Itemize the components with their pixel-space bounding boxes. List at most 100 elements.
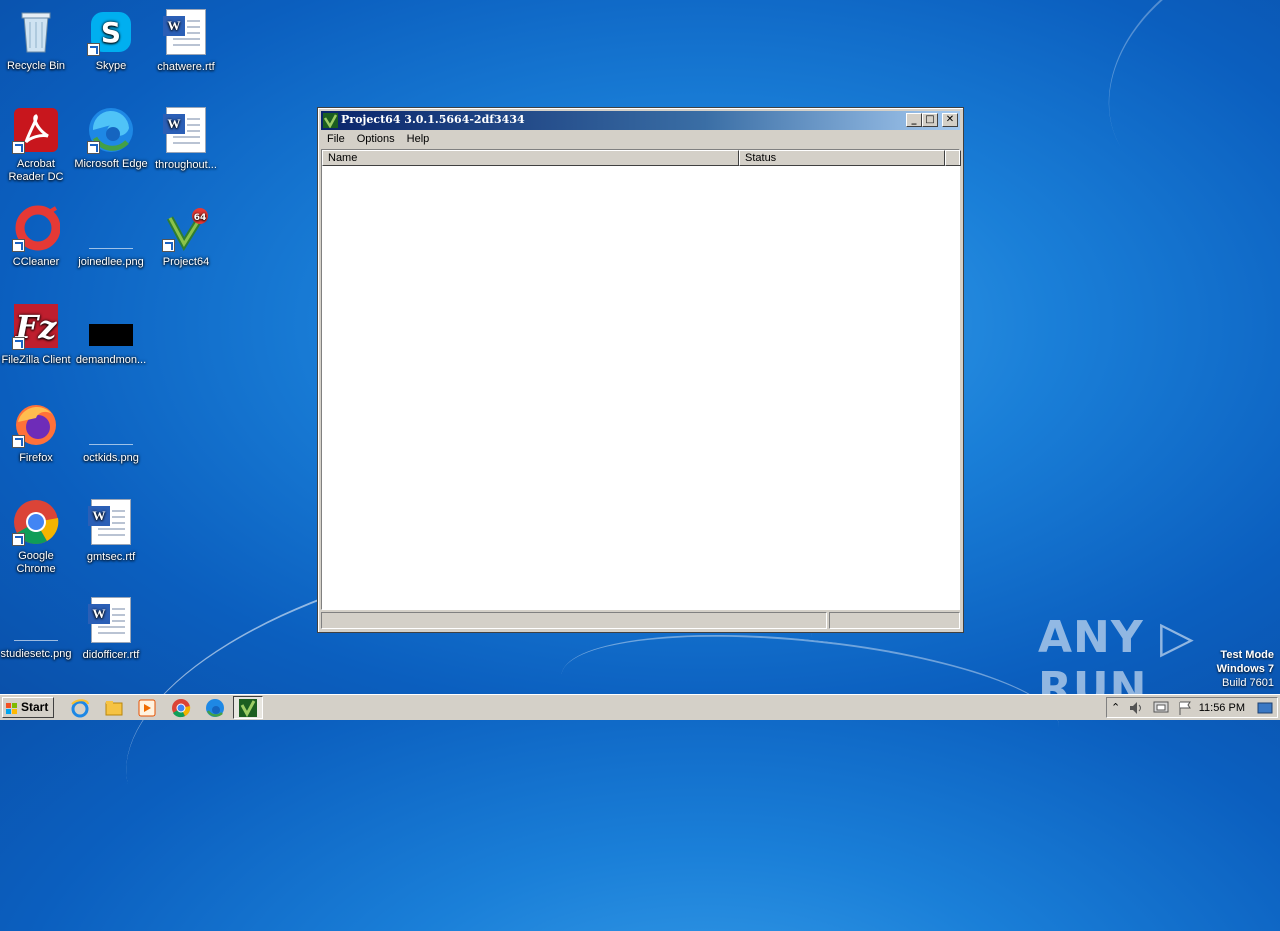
show-desktop-icon[interactable] [1257,701,1273,718]
menu-file[interactable]: File [321,131,351,147]
icon-label: gmtsec.rtf [86,551,136,563]
desktop-icon-chatwere[interactable]: W chatwere.rtf [148,8,224,74]
edge-taskbar-icon[interactable] [205,698,225,718]
shortcut-arrow-icon [87,141,100,154]
acrobat-icon [12,106,60,154]
icon-label: Microsoft Edge [74,158,148,170]
icon-label: CCleaner [12,256,60,268]
status-bar [321,611,960,630]
word-document-icon: W [162,107,210,155]
shortcut-arrow-icon [12,239,25,252]
icon-label: Firefox [19,452,53,464]
window-titlebar[interactable]: Project64 3.0.1.5664-2df3434 _ □ ✕ [321,111,960,130]
desktop-icon-filezilla[interactable]: Fz FileZilla Client [0,302,74,367]
chrome-taskbar-icon[interactable] [171,698,191,718]
shortcut-arrow-icon [12,141,25,154]
status-pane-secondary [829,612,960,629]
action-center-flag-icon[interactable] [1177,701,1193,718]
icon-label: chatwere.rtf [157,61,215,73]
taskbar: Start ⌃ 11:56 PM [0,694,1280,720]
volume-icon[interactable] [1129,701,1145,718]
minimize-button[interactable]: _ [906,113,922,127]
column-header-empty [945,150,961,166]
icon-label: studiesetc.png [0,648,72,660]
close-button[interactable]: ✕ [942,113,958,127]
icon-label: Acrobat Reader DC [8,158,64,183]
desktop-icon-throughout[interactable]: W throughout... [148,106,224,172]
word-document-icon: W [87,499,135,547]
system-tray: ⌃ 11:56 PM [1106,697,1278,718]
desktop-icon-studiesetc[interactable]: studiesetc.png [0,596,74,661]
icon-label: didofficer.rtf [82,649,140,661]
show-hidden-icons-button[interactable]: ⌃ [1111,701,1120,714]
icon-label: octkids.png [83,452,139,464]
start-button[interactable]: Start [2,697,54,718]
icon-label: throughout... [155,159,217,171]
desktop-icon-ccleaner[interactable]: CCleaner [0,204,74,269]
svg-text:64: 64 [194,213,207,223]
maximize-button[interactable]: □ [922,113,938,127]
rom-list[interactable]: Name Status [321,149,961,610]
file-explorer-icon[interactable] [104,698,124,718]
icon-label: Skype [95,60,127,72]
media-player-icon[interactable] [137,698,157,718]
status-pane-main [321,612,827,629]
recycle-bin-icon [12,8,60,56]
firefox-icon [12,400,60,448]
window-title: Project64 3.0.1.5664-2df3434 [341,113,525,126]
desktop-icon-gmtsec[interactable]: W gmtsec.rtf [73,498,149,564]
list-header: Name Status [322,150,961,166]
menu-bar: File Options Help [321,131,960,149]
project64-taskbar-button[interactable] [233,696,263,719]
png-file-icon [87,204,135,252]
icon-label: FileZilla Client [1,354,71,366]
desktop-icon-chrome[interactable]: Google Chrome [0,498,74,576]
shortcut-arrow-icon [12,337,25,350]
shortcut-arrow-icon [12,435,25,448]
desktop-icon-edge[interactable]: Microsoft Edge [73,106,149,171]
test-mode-text: Test Mode Windows 7 Build 7601 [1217,648,1274,690]
project64-icon: 64 [162,204,210,252]
ccleaner-icon [12,204,61,252]
windows-version-line: Windows 7 [1216,663,1274,675]
shortcut-arrow-icon [87,43,100,56]
word-document-icon: W [162,9,210,57]
skype-icon: S [87,8,135,56]
png-file-icon [87,400,135,448]
svg-text:S: S [101,16,121,49]
test-mode-line: Test Mode [1220,649,1274,661]
desktop-icon-joinedlee[interactable]: joinedlee.png [73,204,149,269]
desktop-icon-skype[interactable]: S Skype [73,8,149,73]
desktop-icon-acrobat[interactable]: Acrobat Reader DC [0,106,74,184]
desktop-icon-octkids[interactable]: octkids.png [73,400,149,465]
icon-label: joinedlee.png [78,256,144,268]
image-file-icon [87,302,135,350]
icon-label: Recycle Bin [6,60,66,72]
column-header-name[interactable]: Name [322,150,739,166]
project64-window: Project64 3.0.1.5664-2df3434 _ □ ✕ File O… [317,107,964,633]
windows-flag-icon [6,702,18,714]
build-line: Build 7601 [1222,677,1274,689]
shortcut-arrow-icon [12,533,25,546]
word-document-icon: W [87,597,135,645]
desktop-icon-firefox[interactable]: Firefox [0,400,74,465]
desktop-icon-demandmon[interactable]: demandmon... [73,302,149,367]
start-label: Start [21,700,49,714]
png-file-icon [12,596,60,644]
menu-options[interactable]: Options [351,131,401,147]
column-header-status[interactable]: Status [739,150,945,166]
clock[interactable]: 11:56 PM [1199,702,1245,714]
icon-label: Google Chrome [16,550,56,575]
chrome-icon [12,498,60,546]
icon-label: Project64 [162,256,210,268]
wallpaper-streak [1064,0,1280,243]
shortcut-arrow-icon [162,239,175,252]
internet-explorer-icon[interactable] [70,698,90,718]
icon-label: demandmon... [75,354,147,366]
desktop-icon-didofficer[interactable]: W didofficer.rtf [73,596,149,662]
desktop-icon-recycle-bin[interactable]: Recycle Bin [0,8,74,73]
network-icon[interactable] [1153,701,1169,718]
filezilla-icon: Fz [12,302,60,350]
desktop-icon-project64[interactable]: 64 Project64 [148,204,224,269]
menu-help[interactable]: Help [401,131,436,147]
